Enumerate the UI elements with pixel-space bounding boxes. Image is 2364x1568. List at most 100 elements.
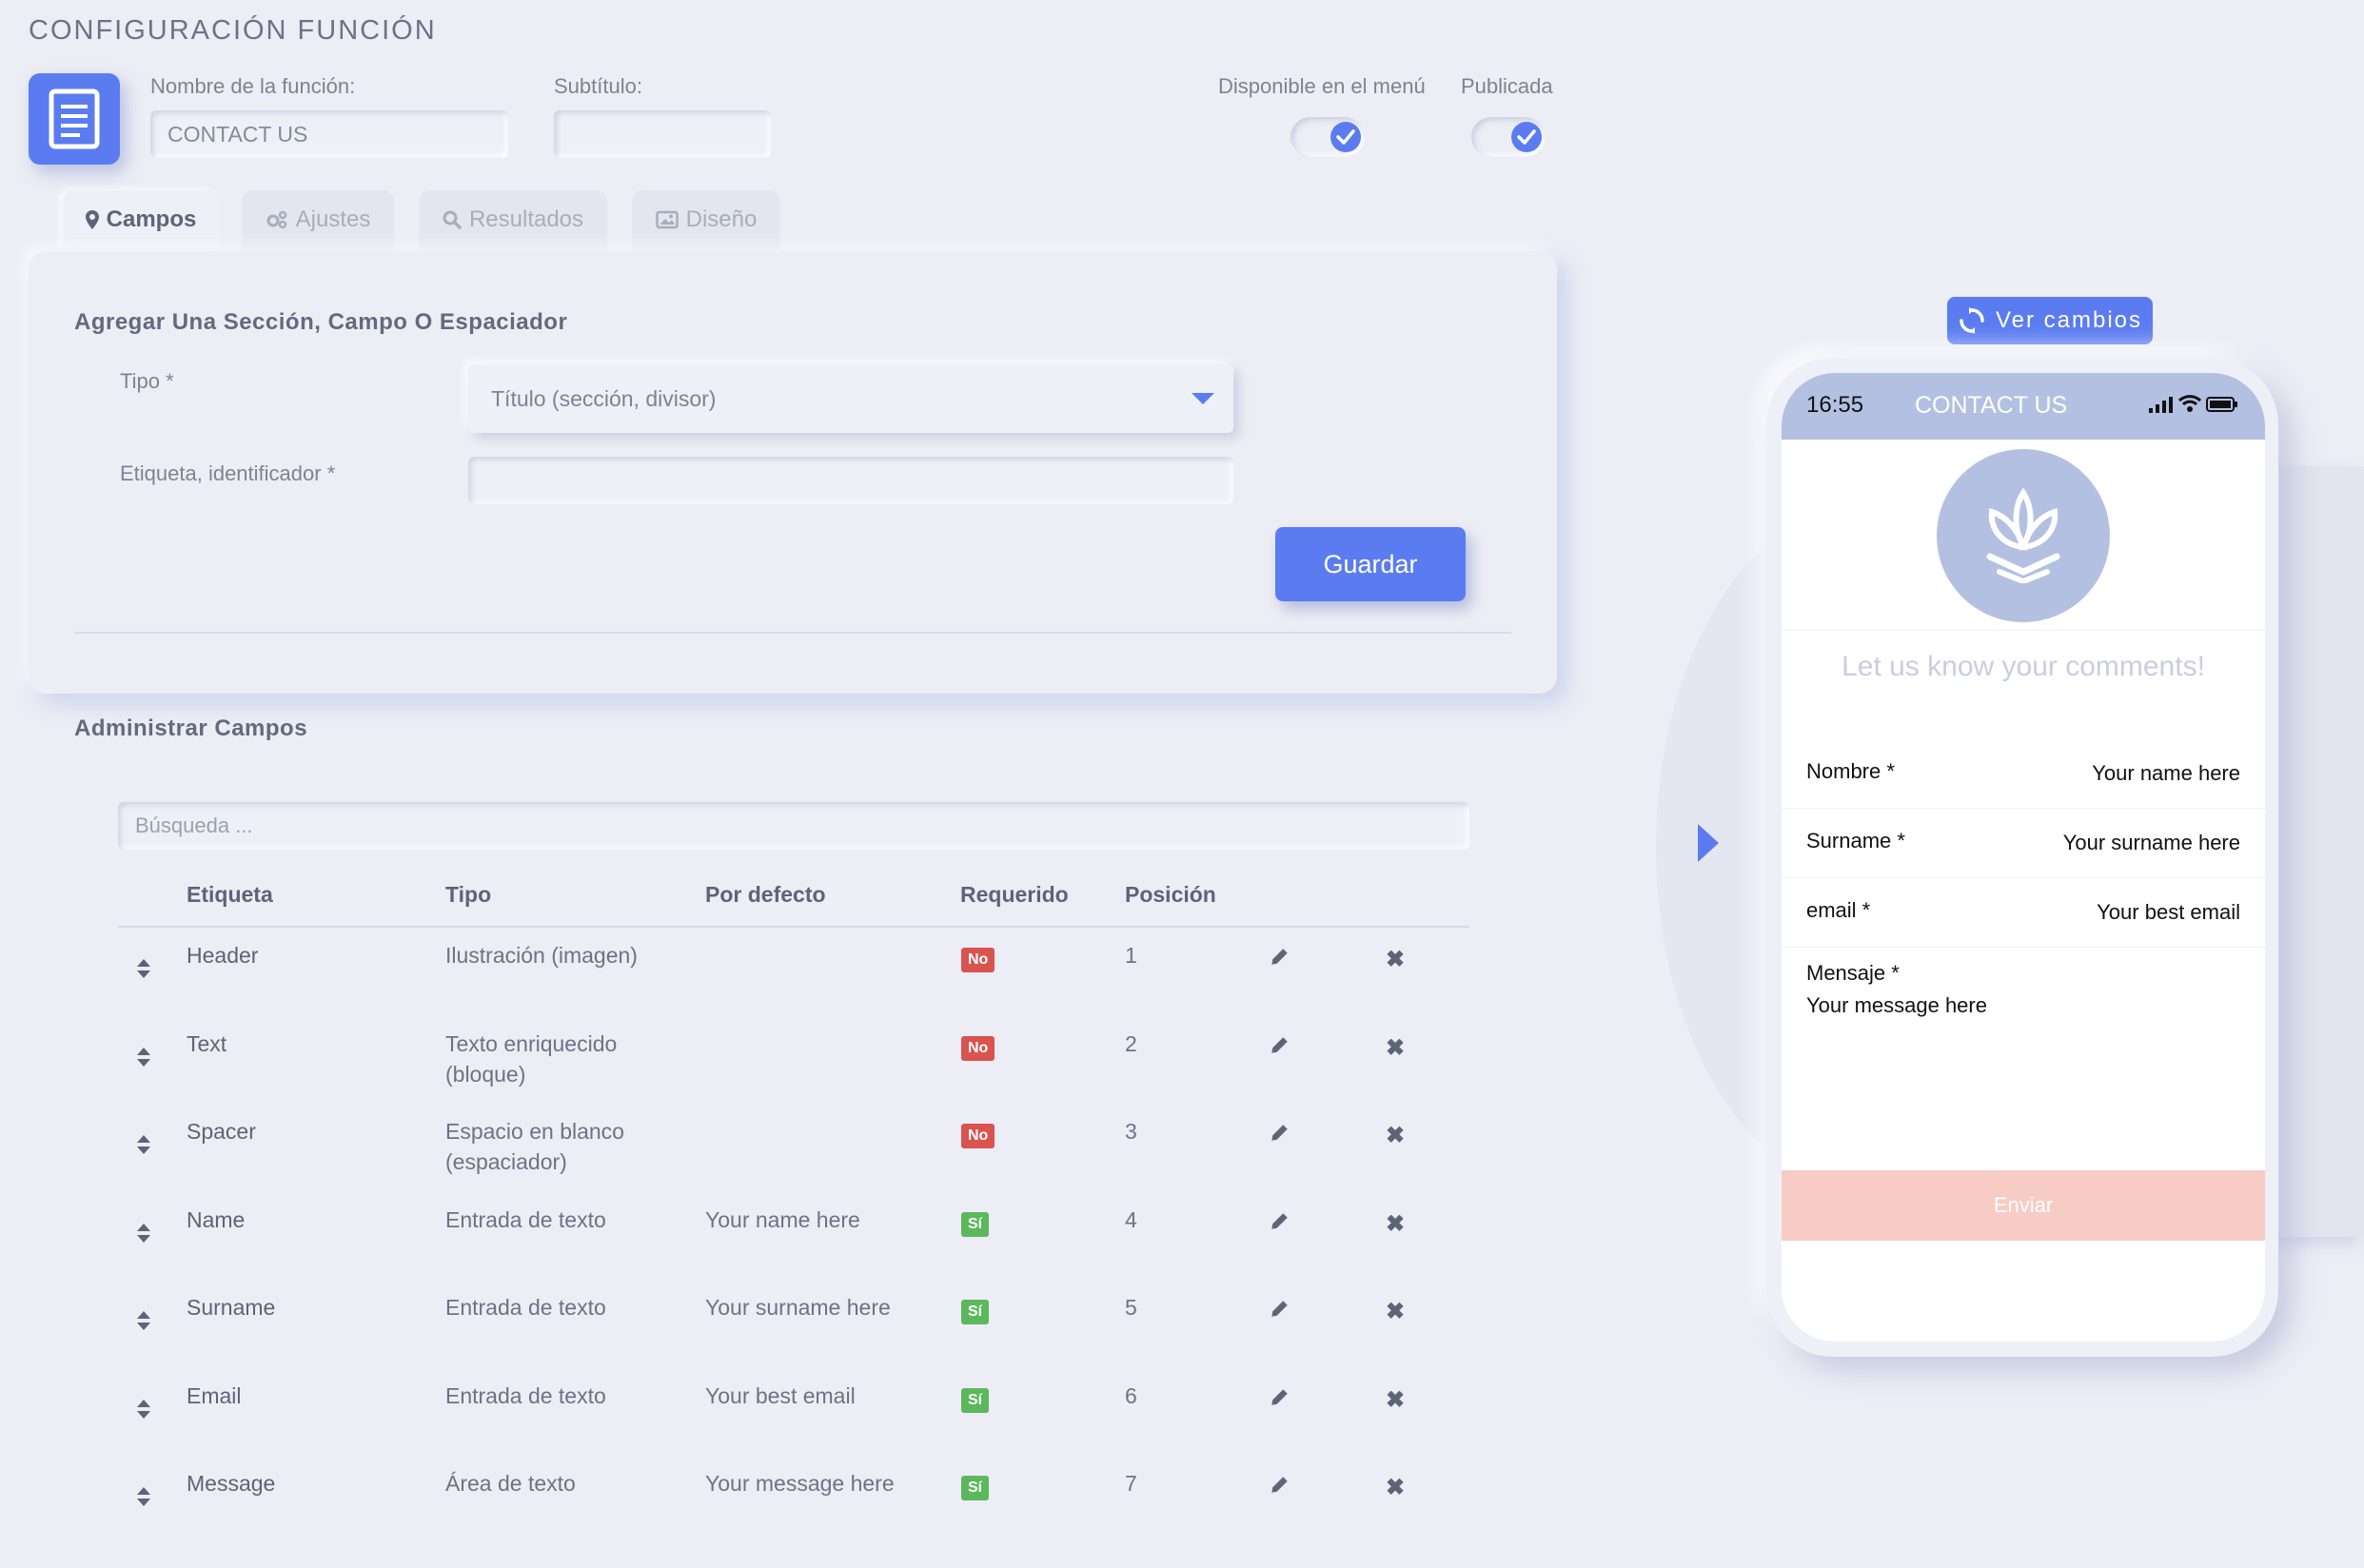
row-type: Entrada de texto bbox=[445, 1295, 606, 1320]
caret-right-icon[interactable] bbox=[1698, 824, 1719, 862]
table-row: Spacer Espacio en blanco (espaciador) No… bbox=[0, 1116, 1485, 1204]
column-header-position: Posición bbox=[1125, 882, 1216, 907]
map-marker-icon bbox=[85, 210, 99, 229]
close-icon[interactable]: ✖ bbox=[1386, 1386, 1405, 1414]
search-input[interactable]: Búsqueda ... bbox=[118, 802, 1469, 850]
table-header-divider bbox=[118, 926, 1469, 928]
row-type: Entrada de texto bbox=[445, 1207, 606, 1232]
preview-field-row[interactable]: email * Your best email bbox=[1782, 877, 2265, 948]
tag-input[interactable] bbox=[468, 457, 1233, 504]
pencil-icon[interactable] bbox=[1270, 1034, 1290, 1055]
brand-logo bbox=[1937, 449, 2110, 622]
pencil-icon[interactable] bbox=[1270, 1122, 1290, 1143]
row-default: Your message here bbox=[705, 1471, 895, 1496]
row-type: Ilustración (imagen) bbox=[445, 943, 638, 968]
close-icon[interactable]: ✖ bbox=[1386, 1034, 1405, 1062]
checkmark-icon bbox=[1330, 122, 1361, 152]
sort-icon[interactable] bbox=[137, 1135, 150, 1154]
function-name-input[interactable]: CONTACT US bbox=[150, 110, 508, 158]
row-position: 3 bbox=[1125, 1119, 1137, 1144]
column-header-label: Etiqueta bbox=[187, 882, 273, 907]
refresh-icon bbox=[1960, 307, 1984, 334]
pencil-icon[interactable] bbox=[1270, 1386, 1290, 1407]
table-row: Text Texto enriquecido (bloque) No 2 ✖ bbox=[0, 1029, 1485, 1116]
subtitle-label: Subtítulo: bbox=[554, 74, 642, 98]
row-label: Email bbox=[187, 1383, 242, 1408]
view-changes-label: Ver cambios bbox=[1995, 307, 2143, 333]
tab-diseno-label: Diseño bbox=[685, 206, 758, 232]
close-icon[interactable]: ✖ bbox=[1386, 946, 1405, 973]
preview-message-textarea[interactable]: Your message here bbox=[1806, 993, 1987, 1018]
required-badge: Sí bbox=[961, 1212, 990, 1237]
tab-ajustes[interactable]: Ajustes bbox=[242, 190, 394, 249]
subtitle-input[interactable] bbox=[554, 110, 771, 158]
row-label: Text bbox=[187, 1031, 227, 1056]
manage-fields-title: Administrar Campos bbox=[74, 715, 308, 741]
row-label: Spacer bbox=[187, 1119, 256, 1144]
published-toggle[interactable] bbox=[1471, 117, 1546, 157]
row-label: Name bbox=[187, 1207, 246, 1232]
menu-available-label: Disponible en el menú bbox=[1218, 74, 1426, 98]
preview-field-input[interactable]: Your best email bbox=[2097, 900, 2240, 925]
pencil-icon[interactable] bbox=[1270, 1210, 1290, 1231]
row-position: 4 bbox=[1125, 1207, 1137, 1232]
side-panel bbox=[2265, 466, 2364, 1237]
sort-icon[interactable] bbox=[137, 959, 150, 978]
preview-field-input[interactable]: Your surname here bbox=[2063, 831, 2240, 855]
table-row: Surname Entrada de texto Your surname he… bbox=[0, 1292, 1485, 1380]
sort-icon[interactable] bbox=[137, 1487, 150, 1506]
status-time: 16:55 bbox=[1806, 392, 1864, 418]
close-icon[interactable]: ✖ bbox=[1386, 1122, 1405, 1149]
tab-ajustes-label: Ajustes bbox=[295, 206, 371, 232]
sort-icon[interactable] bbox=[137, 1048, 150, 1067]
battery-icon bbox=[2206, 397, 2237, 412]
row-position: 2 bbox=[1125, 1031, 1137, 1056]
add-section-title: Agregar Una Sección, Campo O Espaciador bbox=[74, 309, 568, 335]
submit-button[interactable]: Enviar bbox=[1782, 1170, 2265, 1241]
signal-icon bbox=[2149, 397, 2173, 413]
pencil-icon[interactable] bbox=[1270, 946, 1290, 967]
divider bbox=[1782, 630, 2265, 631]
required-badge: Sí bbox=[961, 1476, 990, 1500]
preview-field-row[interactable]: Nombre * Your name here bbox=[1782, 738, 2265, 809]
required-badge: No bbox=[961, 948, 995, 972]
preview-field-row[interactable]: Surname * Your surname here bbox=[1782, 808, 2265, 878]
tab-resultados[interactable]: Resultados bbox=[419, 190, 607, 249]
gears-icon bbox=[266, 210, 286, 229]
required-badge: Sí bbox=[961, 1388, 990, 1413]
chevron-down-icon bbox=[1192, 393, 1214, 404]
close-icon[interactable]: ✖ bbox=[1386, 1474, 1405, 1501]
row-type: Entrada de texto bbox=[445, 1383, 606, 1408]
preview-message-label: Mensaje * bbox=[1806, 961, 1900, 985]
type-select[interactable]: Título (sección, divisor) bbox=[468, 364, 1233, 433]
phone-status-bar: 16:55 CONTACT US bbox=[1782, 373, 2265, 440]
close-icon[interactable]: ✖ bbox=[1386, 1298, 1405, 1325]
row-label: Surname bbox=[187, 1295, 276, 1320]
pencil-icon[interactable] bbox=[1270, 1298, 1290, 1319]
row-default: Your name here bbox=[705, 1207, 860, 1232]
tab-diseno[interactable]: Diseño bbox=[632, 190, 780, 249]
view-changes-button[interactable]: Ver cambios bbox=[1947, 297, 2153, 344]
lotus-logo-icon bbox=[1986, 488, 2060, 583]
preview-field-input[interactable]: Your name here bbox=[2092, 761, 2240, 786]
menu-available-toggle[interactable] bbox=[1290, 117, 1365, 157]
preview-field-label: email * bbox=[1806, 898, 1871, 922]
close-icon[interactable]: ✖ bbox=[1386, 1210, 1405, 1238]
phone-screen: 16:55 CONTACT US Let us know your commen… bbox=[1782, 373, 2265, 1342]
row-type: Texto enriquecido (bloque) bbox=[445, 1031, 618, 1087]
search-icon bbox=[443, 210, 462, 229]
save-button[interactable]: Guardar bbox=[1275, 527, 1466, 601]
row-position: 5 bbox=[1125, 1295, 1137, 1320]
tab-campos[interactable]: Campos bbox=[63, 190, 219, 249]
sort-icon[interactable] bbox=[137, 1400, 150, 1419]
pencil-icon[interactable] bbox=[1270, 1474, 1290, 1495]
table-row: Email Entrada de texto Your best email S… bbox=[0, 1381, 1485, 1468]
column-header-type: Tipo bbox=[445, 882, 492, 907]
page-title: CONFIGURACIÓN FUNCIÓN bbox=[29, 15, 437, 46]
row-label: Message bbox=[187, 1471, 276, 1496]
row-default: Your surname here bbox=[705, 1295, 891, 1320]
sort-icon[interactable] bbox=[137, 1311, 150, 1330]
sort-icon[interactable] bbox=[137, 1224, 150, 1243]
preview-title: CONTACT US bbox=[1915, 392, 2068, 419]
image-icon bbox=[655, 210, 679, 229]
